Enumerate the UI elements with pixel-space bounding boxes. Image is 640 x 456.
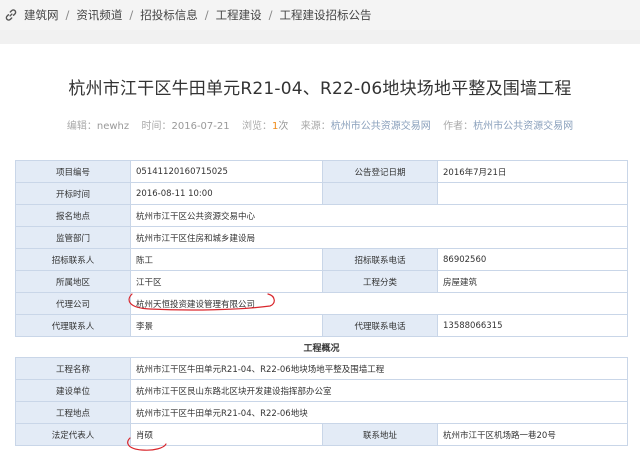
breadcrumb-separator: / [204,8,209,22]
bid-open-value: 2016-08-11 10:00 [130,182,323,205]
table-row: 代理公司 杭州天恒投资建设管理有限公司 [15,292,628,315]
time-value: 2016-07-21 [171,121,230,132]
project-name-value: 杭州市江干区牛田单元R21-04、R22-06地块场地平整及围墙工程 [130,357,628,380]
breadcrumb: 建筑网 / 资讯频道 / 招投标信息 / 工程建设 / 工程建设招标公告 [0,0,640,30]
agent-value: 杭州天恒投资建设管理有限公司 [130,292,628,315]
editor-label: 编辑： [66,121,97,132]
breadcrumb-separator: / [65,8,70,22]
contact-value: 陈工 [130,248,323,271]
table-row: 法定代表人 肖硕 联系地址 杭州市江干区机场路一巷20号 [15,423,628,446]
empty-value-cell [437,182,628,205]
bid-open-label: 开标时间 [15,182,131,205]
category-value: 房屋建筑 [437,270,628,293]
address-value: 杭州市江干区机场路一巷20号 [437,423,628,446]
builder-label: 建设单位 [15,379,131,402]
legal-rep-value: 肖硕 [130,423,323,446]
page-title: 杭州市江干区牛田单元R21-04、R22-06地块场地平整及围墙工程 [68,79,572,99]
source-label: 来源： [300,121,331,132]
register-place-label: 报名地点 [15,204,131,227]
article-meta: 编辑：newhz 时间：2016-07-21 浏览：1次 来源：杭州市公共资源交… [0,117,640,132]
table-row: 开标时间 2016-08-11 10:00 [15,182,628,205]
region-value: 江干区 [130,270,323,293]
views-unit: 次 [278,121,289,132]
announce-date-value: 2016年7月21日 [437,160,628,183]
supervisor-value: 杭州市江干区住房和城乡建设局 [130,226,628,249]
contact-phone-value: 86902560 [437,248,628,271]
category-label: 工程分类 [322,270,438,293]
author-link[interactable]: 杭州市公共资源交易网 [473,121,573,132]
breadcrumb-news-channel[interactable]: 资讯频道 [76,7,122,23]
contact-label: 招标联系人 [15,248,131,271]
location-value: 杭州市江干区牛田单元R21-04、R22-06地块 [130,401,628,424]
location-label: 工程地点 [15,401,131,424]
table-row: 所属地区 江干区 工程分类 房屋建筑 [15,270,628,293]
region-label: 所属地区 [15,270,131,293]
table-row: 代理联系人 李景 代理联系电话 13588066315 [15,314,628,337]
table-row: 工程名称 杭州市江干区牛田单元R21-04、R22-06地块场地平整及围墙工程 [15,357,628,380]
builder-value: 杭州市江干区艮山东路北区块开发建设指挥部办公室 [130,379,628,402]
table-row: 工程概况 [15,336,628,358]
agent-contact-value: 李景 [130,314,323,337]
breadcrumb-current[interactable]: 工程建设招标公告 [280,7,372,23]
agent-phone-value: 13588066315 [437,314,628,337]
empty-label-cell [322,182,438,205]
section-title: 工程概况 [15,336,628,358]
supervisor-label: 监管部门 [15,226,131,249]
breadcrumb-construction[interactable]: 工程建设 [216,7,262,23]
table-row: 项目编号 05141120160715025 公告登记日期 2016年7月21日 [15,160,628,183]
breadcrumb-bidding-info[interactable]: 招投标信息 [140,7,198,23]
agent-label: 代理公司 [15,292,131,315]
table-row: 招标联系人 陈工 招标联系电话 86902560 [15,248,628,271]
time-label: 时间： [141,121,172,132]
table-row: 监管部门 杭州市江干区住房和城乡建设局 [15,226,628,249]
address-label: 联系地址 [322,423,438,446]
agent-phone-label: 代理联系电话 [322,314,438,337]
table-row: 工程地点 杭州市江干区牛田单元R21-04、R22-06地块 [15,401,628,424]
contact-phone-label: 招标联系电话 [322,248,438,271]
project-name-label: 工程名称 [15,357,131,380]
register-place-value: 杭州市江干区公共资源交易中心 [130,204,628,227]
project-no-value: 05141120160715025 [130,160,323,183]
source-link[interactable]: 杭州市公共资源交易网 [331,121,431,132]
agent-contact-label: 代理联系人 [15,314,131,337]
breadcrumb-home[interactable]: 建筑网 [24,7,59,23]
author-label: 作者： [443,121,474,132]
breadcrumb-separator: / [268,8,273,22]
tender-info-table: 项目编号 05141120160715025 公告登记日期 2016年7月21日… [15,160,628,446]
table-row: 报名地点 杭州市江干区公共资源交易中心 [15,204,628,227]
article-panel: 杭州市江干区牛田单元R21-04、R22-06地块场地平整及围墙工程 编辑：ne… [0,44,640,456]
announce-date-label: 公告登记日期 [322,160,438,183]
project-no-label: 项目编号 [15,160,131,183]
views-label: 浏览： [242,121,272,132]
link-icon [5,9,17,21]
breadcrumb-separator: / [129,8,134,22]
legal-rep-label: 法定代表人 [15,423,131,446]
editor-value: newhz [96,121,130,132]
table-row: 建设单位 杭州市江干区艮山东路北区块开发建设指挥部办公室 [15,379,628,402]
